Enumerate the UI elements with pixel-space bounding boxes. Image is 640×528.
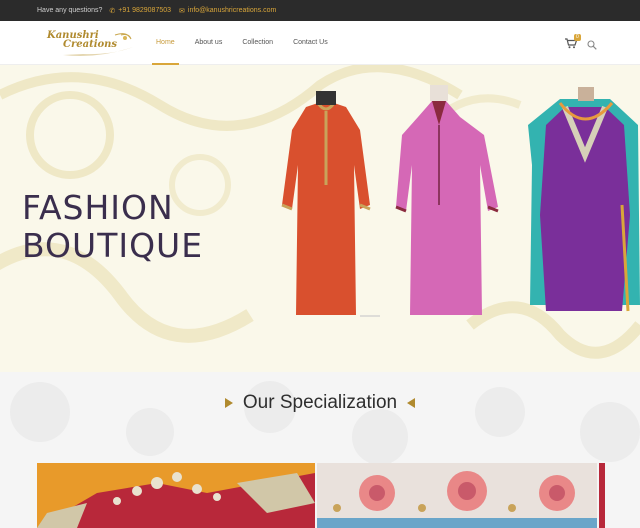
hero-headline: FASHION BOUTIQUE xyxy=(22,189,203,265)
cart-count-badge: 0 xyxy=(574,34,581,41)
nav-home[interactable]: Home xyxy=(146,21,185,65)
phone-link[interactable]: ✆ +91 9829087503 xyxy=(109,7,171,15)
hero-dresses-image xyxy=(281,85,640,317)
specialization-tile-embroidery-orange[interactable] xyxy=(37,463,315,528)
specialization-tile-partial[interactable] xyxy=(599,463,605,528)
hero-headline-line-2: BOUTIQUE xyxy=(22,226,204,265)
site-logo[interactable]: Kanushri Creations xyxy=(43,29,139,59)
search-button[interactable] xyxy=(587,37,597,50)
nav-contact-us[interactable]: Contact Us xyxy=(283,21,338,65)
orange-kurta-image xyxy=(281,91,371,315)
arrow-left-icon xyxy=(407,398,416,408)
specialization-section: Our Specialization xyxy=(0,372,640,528)
search-icon xyxy=(587,40,597,50)
specialization-title: Our Specialization xyxy=(242,392,398,413)
phone-number: +91 9829087503 xyxy=(118,7,172,14)
envelope-icon: ✉ xyxy=(179,7,185,15)
specialization-heading: Our Specialization xyxy=(0,392,640,414)
hero-headline-line-1: FASHION xyxy=(22,188,174,227)
email-address: info@kanushricreations.com xyxy=(187,7,277,14)
pink-kurta-image xyxy=(395,85,499,315)
logo-wordmark: Kanushri Creations xyxy=(47,31,118,50)
specialization-gallery xyxy=(37,463,605,528)
questions-label: Have any questions? xyxy=(37,7,103,14)
floral-embroidery-image xyxy=(317,463,597,528)
arrow-right-icon xyxy=(224,398,233,408)
cart-button[interactable]: 0 xyxy=(565,34,581,49)
orange-embroidery-image xyxy=(37,463,315,528)
site-header: Kanushri Creations Home About us Collect… xyxy=(0,21,640,65)
top-info-bar: Have any questions? ✆ +91 9829087503 ✉ i… xyxy=(0,0,640,21)
nav-collection[interactable]: Collection xyxy=(232,21,283,65)
email-link[interactable]: ✉ info@kanushricreations.com xyxy=(179,7,276,15)
phone-icon: ✆ xyxy=(109,7,116,15)
purple-suit-image xyxy=(528,87,640,312)
nav-about-us[interactable]: About us xyxy=(185,21,233,65)
main-navigation: Home About us Collection Contact Us xyxy=(146,21,338,65)
logo-line-2: Creations xyxy=(63,39,118,50)
specialization-tile-embroidery-floral[interactable] xyxy=(317,463,597,528)
hero-banner: FASHION BOUTIQUE xyxy=(0,65,640,372)
